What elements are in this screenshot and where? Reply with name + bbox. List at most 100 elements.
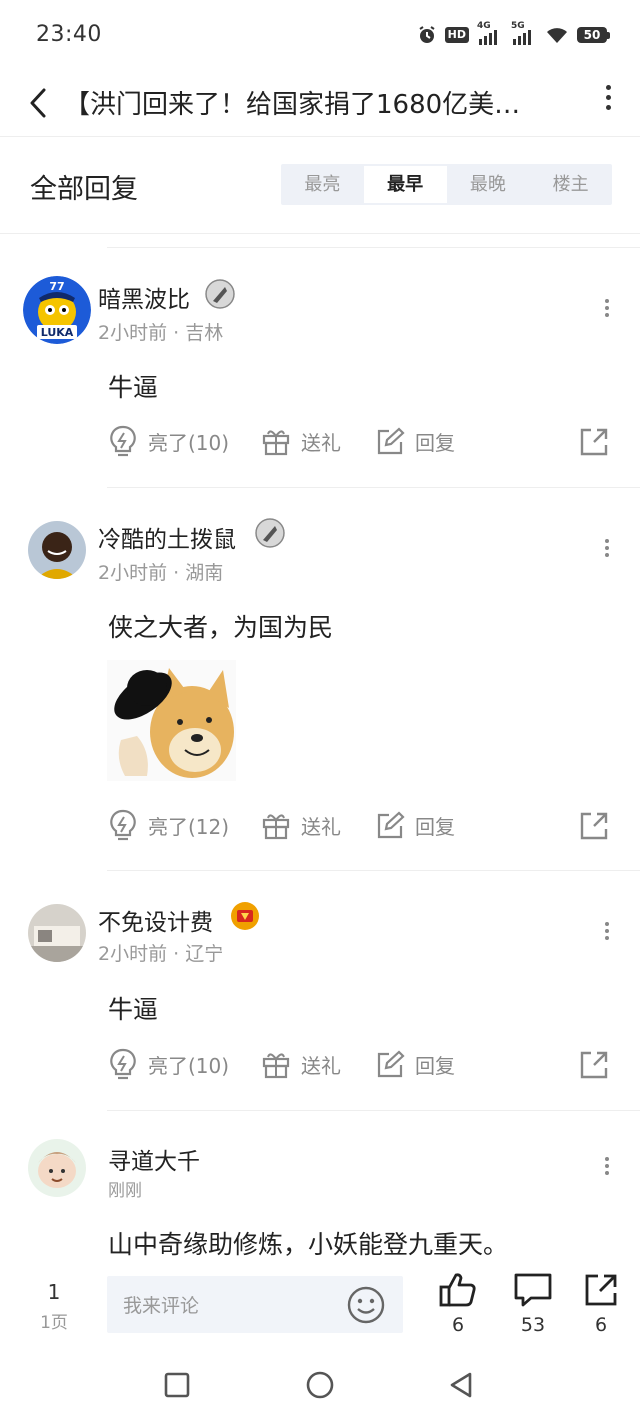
reply-sort-bar: 全部回复 最亮 最早 最晚 楼主 — [0, 137, 640, 233]
signal-5g-icon: 5G — [511, 21, 537, 45]
back-arrow-icon[interactable] — [24, 86, 54, 120]
back-triangle-icon[interactable] — [448, 1371, 476, 1399]
avatar-text: LUKA — [40, 326, 74, 339]
comment-more-icon[interactable] — [602, 296, 612, 326]
page-indicator-label[interactable]: 1页 — [34, 1308, 74, 1333]
comment-text: 山中奇缘助修炼，小妖能登九重天。 — [108, 1230, 509, 1259]
comment-meta: 2小时前 · 湖南 — [98, 562, 224, 584]
thread-comment-count: 53 — [520, 1314, 546, 1336]
like-count-label: 亮了(10) — [148, 430, 230, 455]
comment-image-doge[interactable] — [107, 660, 236, 781]
tab-op-only[interactable]: 楼主 — [529, 164, 612, 205]
reply-button[interactable]: 回复 — [375, 810, 455, 840]
reply-label: 回复 — [415, 430, 455, 455]
avatar[interactable]: 77 LUKA — [23, 276, 91, 344]
signal-4g-icon: 4G — [477, 21, 503, 45]
username[interactable]: 不免设计费 — [98, 903, 213, 937]
username[interactable]: 暗黑波比 — [98, 280, 190, 314]
comment-text: 牛逼 — [108, 995, 159, 1024]
gift-label: 送礼 — [301, 430, 341, 455]
reply-label: 回复 — [415, 1053, 455, 1078]
share-icon[interactable] — [578, 810, 610, 842]
like-button[interactable]: 亮了(10) — [108, 1047, 229, 1081]
comment-item: 不免设计费 2小时前 · 辽宁 牛逼 亮了(10) 送礼 回复 — [0, 871, 640, 1111]
user-badge-icon — [255, 518, 285, 548]
comment-bubble-icon — [514, 1273, 552, 1307]
status-time: 23:40 — [36, 22, 102, 47]
comment-more-icon[interactable] — [602, 1154, 612, 1184]
lightbulb-icon — [110, 809, 136, 841]
lightbulb-icon — [110, 425, 136, 457]
like-count-label: 亮了(12) — [148, 814, 230, 839]
like-button[interactable]: 亮了(10) — [108, 424, 229, 458]
bottom-comment-bar: 1 1页 6 53 6 — [0, 1262, 640, 1342]
like-button[interactable]: 亮了(12) — [108, 808, 229, 842]
status-bar: 23:40 HD 4G 5G 50 — [0, 0, 640, 70]
comment-meta: 2小时前 · 辽宁 — [98, 943, 224, 965]
emoji-icon[interactable] — [347, 1286, 385, 1324]
user-badge-icon — [231, 902, 259, 930]
thread-share-button[interactable]: 6 — [571, 1272, 631, 1336]
alarm-icon — [419, 26, 435, 43]
gift-label: 送礼 — [301, 814, 341, 839]
comment-item: 77 LUKA 暗黑波比 2小时前 · 吉林 牛逼 亮了(10) 送礼 回复 — [0, 248, 640, 488]
status-icons: HD 4G 5G 50 — [417, 21, 610, 46]
top-nav-bar: 【洪门回来了！给国家捐了1680亿美… — [0, 70, 640, 137]
comment-more-icon[interactable] — [602, 536, 612, 566]
thread-comments-button[interactable]: 53 — [503, 1272, 563, 1336]
gift-button[interactable]: 送礼 — [261, 1049, 341, 1079]
avatar[interactable] — [28, 904, 86, 962]
reply-label: 回复 — [415, 814, 455, 839]
thread-like-count: 6 — [451, 1314, 465, 1336]
like-count-label: 亮了(10) — [148, 1053, 230, 1078]
gift-button[interactable]: 送礼 — [261, 810, 341, 840]
username[interactable]: 冷酷的土拨鼠 — [98, 520, 236, 554]
comment-item: 寻道大千 刚刚 山中奇缘助修炼，小妖能登九重天。 — [0, 1111, 640, 1262]
comment-input[interactable] — [121, 1276, 345, 1335]
gift-icon — [262, 814, 290, 840]
username[interactable]: 寻道大千 — [108, 1142, 200, 1176]
comment-meta: 2小时前 · 吉林 — [98, 322, 224, 344]
all-replies-heading: 全部回复 — [30, 174, 138, 205]
comment-text: 侠之大者，为国为民 — [108, 613, 334, 642]
avatar-number: 77 — [49, 280, 65, 293]
gift-button[interactable]: 送礼 — [261, 426, 341, 456]
thread-title: 【洪门回来了！给国家捐了1680亿美… — [64, 90, 521, 120]
comment-input-box[interactable] — [107, 1276, 403, 1335]
reply-button[interactable]: 回复 — [375, 426, 455, 456]
recent-apps-icon[interactable] — [164, 1372, 190, 1398]
home-icon[interactable] — [305, 1370, 335, 1400]
share-icon[interactable] — [578, 1049, 610, 1081]
reply-button[interactable]: 回复 — [375, 1049, 455, 1079]
comment-item: 冷酷的土拨鼠 2小时前 · 湖南 侠之大者，为国为民 亮了(12) 送礼 回复 — [0, 488, 640, 871]
gift-label: 送礼 — [301, 1053, 341, 1078]
hd-icon: HD — [444, 27, 469, 43]
edit-reply-icon — [377, 427, 405, 455]
user-badge-icon — [205, 279, 235, 309]
share-icon — [585, 1274, 617, 1306]
lightbulb-icon — [110, 1048, 136, 1080]
battery-icon: 50 — [577, 27, 610, 43]
thread-like-button[interactable]: 6 — [428, 1272, 488, 1336]
wifi-icon — [547, 28, 567, 43]
system-navigation-bar — [0, 1342, 640, 1422]
avatar[interactable] — [28, 1139, 86, 1197]
thread-share-count: 6 — [594, 1314, 608, 1336]
tab-earliest[interactable]: 最早 — [363, 166, 447, 203]
more-options-icon[interactable] — [598, 80, 618, 124]
tab-latest[interactable]: 最晚 — [447, 164, 530, 205]
gift-icon — [262, 430, 290, 456]
avatar[interactable] — [28, 521, 86, 579]
edit-reply-icon — [377, 811, 405, 839]
share-icon[interactable] — [578, 426, 610, 458]
page-indicator-number[interactable]: 1 — [40, 1280, 68, 1304]
divider — [0, 233, 640, 234]
comment-more-icon[interactable] — [602, 919, 612, 949]
gift-icon — [262, 1053, 290, 1079]
sort-segmented-control: 最亮 最早 最晚 楼主 — [281, 164, 612, 205]
comment-meta: 刚刚 — [108, 1181, 142, 1201]
tab-hottest[interactable]: 最亮 — [281, 164, 364, 205]
comment-text: 牛逼 — [108, 373, 159, 402]
edit-reply-icon — [377, 1050, 405, 1078]
thumbs-up-icon — [439, 1273, 476, 1307]
